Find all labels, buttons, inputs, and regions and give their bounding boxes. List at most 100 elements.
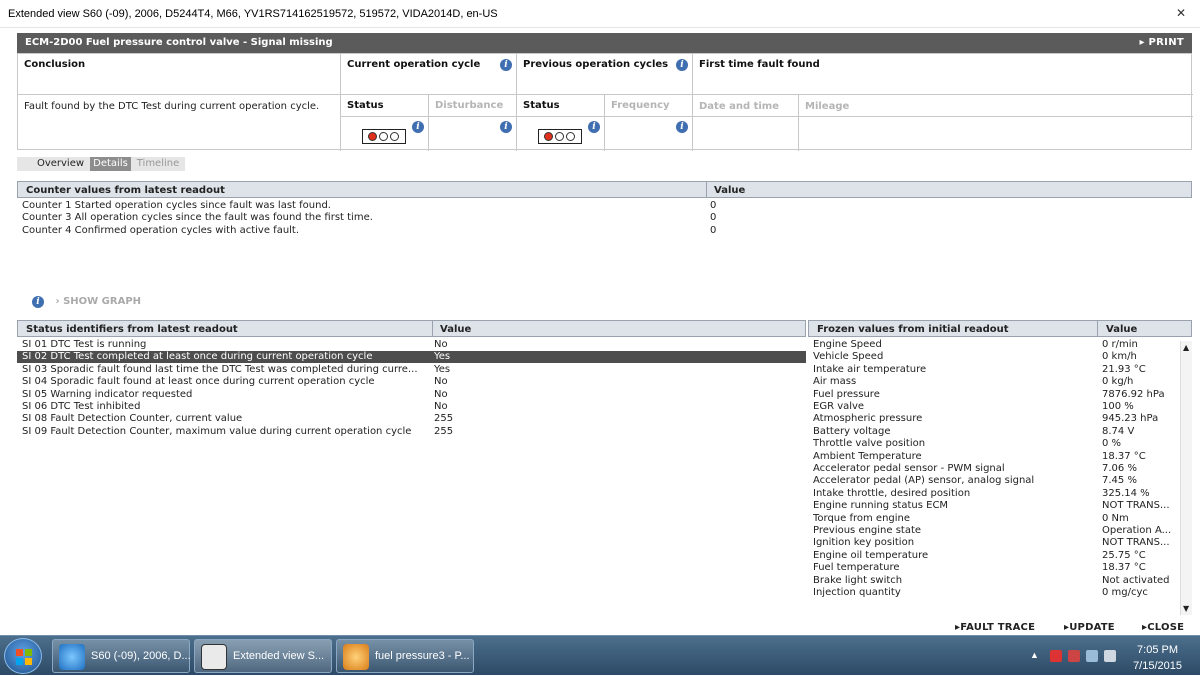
row-name: Vehicle Speed: [813, 351, 884, 363]
table-row[interactable]: Counter 1 Started operation cycles since…: [17, 200, 1192, 212]
table-row[interactable]: Intake air temperature 21.93 °C: [808, 364, 1180, 376]
update-button[interactable]: ▸ UPDATE: [1064, 622, 1115, 633]
tab-details[interactable]: Details: [90, 157, 131, 171]
table-row[interactable]: Counter 4 Confirmed operation cycles wit…: [17, 225, 1192, 237]
counter-value-header: Value: [714, 185, 746, 196]
counter-table-body: Counter 1 Started operation cycles since…: [17, 200, 1192, 240]
internet-explorer-icon: [59, 644, 85, 670]
frequency-header-cell: Frequency: [605, 95, 693, 117]
info-icon[interactable]: i: [588, 121, 600, 133]
light-red: [544, 132, 553, 141]
row-name: SI 05 Warning indicator requested: [22, 388, 193, 400]
table-row[interactable]: SI 01 DTC Test is running No: [17, 339, 806, 351]
table-row[interactable]: Battery voltage 8.74 V: [808, 426, 1180, 438]
taskbar-item-ie[interactable]: S60 (-09), 2006, D...: [52, 639, 191, 673]
taskbar-item-paint[interactable]: fuel pressure3 - P...: [336, 639, 474, 673]
row-value: 100 %: [1102, 401, 1134, 412]
table-row[interactable]: Air mass 0 kg/h: [808, 376, 1180, 388]
scroll-down-icon[interactable]: ▼: [1183, 604, 1189, 613]
row-name: Ambient Temperature: [813, 450, 922, 462]
row-name: Counter 4 Confirmed operation cycles wit…: [22, 224, 300, 236]
start-button[interactable]: [4, 638, 42, 674]
row-value: 945.23 hPa: [1102, 413, 1159, 425]
row-value: 25.75 °C: [1102, 549, 1146, 561]
row-name: Fuel temperature: [813, 562, 900, 574]
row-value: 0 r/min: [1102, 339, 1138, 350]
table-row[interactable]: SI 04 Sporadic fault found at least once…: [17, 376, 806, 388]
show-graph-button[interactable]: i › SHOW GRAPH: [32, 296, 141, 308]
volume-icon[interactable]: [1104, 650, 1116, 662]
clock[interactable]: 7:05 PM 7/15/2015: [1133, 642, 1182, 674]
mileage-cell: [799, 117, 1193, 151]
table-row[interactable]: EGR valve 100 %: [808, 401, 1180, 413]
table-row[interactable]: Ambient Temperature 18.37 °C: [808, 451, 1180, 463]
light-red: [368, 132, 377, 141]
row-name: Accelerator pedal sensor - PWM signal: [813, 463, 1005, 474]
action-center-icon[interactable]: [1050, 650, 1062, 662]
row-value: 7.06 %: [1102, 463, 1137, 474]
table-row[interactable]: SI 09 Fault Detection Counter, maximum v…: [17, 426, 806, 438]
taskbar-item-vida[interactable]: Extended view S...: [194, 639, 332, 673]
table-row[interactable]: Engine oil temperature 25.75 °C: [808, 550, 1180, 562]
table-row[interactable]: Atmospheric pressure 945.23 hPa: [808, 413, 1180, 425]
table-row[interactable]: Injection quantity 0 mg/cyc: [808, 587, 1180, 599]
vida-app-icon: [201, 644, 227, 670]
table-row[interactable]: Engine running status ECM NOT TRANS...: [808, 500, 1180, 512]
table-row[interactable]: Intake throttle, desired position 325.14 …: [808, 488, 1180, 500]
tray-expand-icon[interactable]: ▲: [1030, 650, 1039, 660]
current-cycle-header: Current operation cycle i: [341, 54, 517, 95]
scroll-up-icon[interactable]: ▲: [1183, 343, 1189, 352]
table-row[interactable]: Accelerator pedal (AP) sensor, analog si…: [808, 475, 1180, 487]
table-row[interactable]: SI 06 DTC Test inhibited No: [17, 401, 806, 413]
tab-overview[interactable]: Overview: [17, 157, 90, 171]
close-button[interactable]: ▸ CLOSE: [1142, 622, 1184, 633]
table-row[interactable]: Engine Speed 0 r/min: [808, 339, 1180, 351]
table-row[interactable]: Brake light switch Not activated: [808, 575, 1180, 587]
row-name: Torque from engine: [813, 512, 911, 524]
table-row[interactable]: Previous engine state Operation A...: [808, 525, 1180, 537]
row-value: 8.74 V: [1102, 425, 1135, 437]
close-icon[interactable]: ✕: [1176, 6, 1186, 20]
row-value: 21.93 °C: [1102, 363, 1146, 375]
frozen-value-header: Value: [1106, 324, 1138, 335]
fault-summary-grid: Conclusion Fault found by the DTC Test d…: [17, 53, 1193, 151]
fault-trace-button[interactable]: ▸ FAULT TRACE: [955, 622, 1035, 633]
row-value: 325.14 %: [1102, 487, 1150, 499]
row-name: Accelerator pedal (AP) sensor, analog si…: [813, 475, 1035, 487]
table-row[interactable]: Throttle valve position 0 %: [808, 438, 1180, 450]
row-value: 0 kg/h: [1102, 376, 1134, 388]
table-row[interactable]: Ignition key position NOT TRANS...: [808, 537, 1180, 549]
frozen-scrollbar[interactable]: ▲ ▼: [1180, 341, 1192, 615]
mileage-header-cell: Mileage: [799, 95, 1193, 117]
row-value: 0 %: [1102, 438, 1122, 450]
table-row[interactable]: Fuel pressure 7876.92 hPa: [808, 389, 1180, 401]
network-icon[interactable]: [1086, 650, 1098, 662]
traffic-light-icon: [538, 129, 582, 144]
disturbance-header-cell: Disturbance: [429, 95, 517, 117]
row-value: Not activated: [1102, 574, 1170, 586]
info-icon[interactable]: i: [500, 121, 512, 133]
status-id-table-header: Status identifiers from latest readout V…: [17, 320, 806, 337]
info-icon[interactable]: i: [32, 296, 44, 308]
table-row[interactable]: SI 03 Sporadic fault found last time the…: [17, 364, 806, 376]
first-time-label: First time fault found: [699, 59, 820, 70]
print-button[interactable]: ▸ PRINT: [1139, 37, 1184, 48]
info-icon[interactable]: i: [676, 59, 688, 71]
security-icon[interactable]: [1068, 650, 1080, 662]
fault-header: ECM-2D00 Fuel pressure control valve - S…: [17, 33, 1192, 53]
table-row[interactable]: SI 02 DTC Test completed at least once d…: [17, 351, 806, 364]
info-icon[interactable]: i: [412, 121, 424, 133]
table-row[interactable]: SI 05 Warning indicator requested No: [17, 389, 806, 401]
table-row[interactable]: Fuel temperature 18.37 °C: [808, 562, 1180, 574]
table-row[interactable]: Accelerator pedal sensor - PWM signal 7.0…: [808, 463, 1180, 475]
frozen-header-label: Frozen values from initial readout: [817, 324, 1009, 335]
info-icon[interactable]: i: [500, 59, 512, 71]
table-row[interactable]: Vehicle Speed 0 km/h: [808, 351, 1180, 363]
tab-timeline[interactable]: Timeline: [131, 157, 185, 171]
table-row[interactable]: Torque from engine 0 Nm: [808, 513, 1180, 525]
row-name: Fuel pressure: [813, 388, 880, 400]
info-icon[interactable]: i: [676, 121, 688, 133]
light-off: [566, 132, 575, 141]
table-row[interactable]: SI 08 Fault Detection Counter, current v…: [17, 413, 806, 425]
table-row[interactable]: Counter 3 All operation cycles since the…: [17, 212, 1192, 224]
